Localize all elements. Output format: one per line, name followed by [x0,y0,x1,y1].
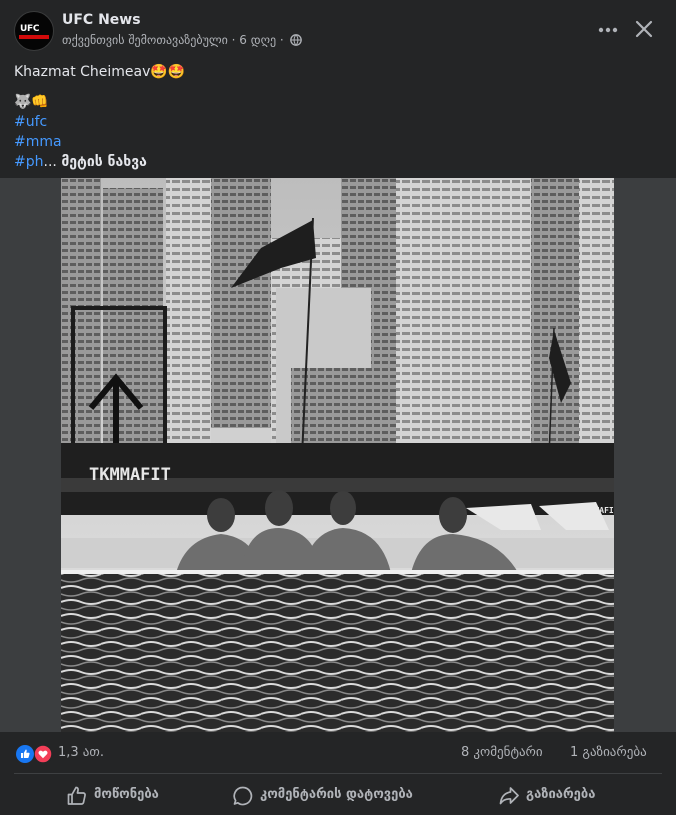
reaction-count[interactable]: 1,3 ათ. [58,745,104,760]
share-button-label: გაზიარება [526,787,596,802]
hashtag-line-2: #mma [14,132,654,152]
like-button[interactable]: მოწონება [66,776,186,814]
avatar-logo-text: UFC [20,24,40,34]
reactions-bar: 1,3 ათ. 8 კომენტარი 1 გაზიარება [0,735,676,771]
close-icon[interactable] [632,17,656,41]
hashtag-ufc[interactable]: #ufc [14,114,47,130]
avatar-logo-bar [19,35,49,39]
shares-count[interactable]: 1 გაზიარება [570,745,647,760]
thumbs-up-icon [67,786,86,805]
comment-icon [233,786,253,806]
post-photo[interactable]: TKMMAFIT TKMMAFIT [61,178,614,732]
post-text: Khazmat Cheimeav🤩🤩 🐺👊 #ufc #mma #ph... მ… [14,62,654,172]
photo-sign-text: TKMMAFIT [89,465,171,485]
post-meta: თქვენთვის შემოთავაზებული · 6 დღე · [62,33,302,47]
like-button-label: მოწონება [94,787,159,802]
like-reaction-icon[interactable] [16,745,34,763]
share-button[interactable]: გაზიარება [498,776,618,814]
comments-count[interactable]: 8 კომენტარი [461,745,543,760]
more-horizontal-icon[interactable] [596,18,620,42]
post-actions: მოწონება კომენტარის დატოვება გაზიარება [0,776,676,814]
share-icon [499,787,519,805]
post-caption: Khazmat Cheimeav🤩🤩 [14,64,186,80]
hashtag-mma[interactable]: #mma [14,134,62,150]
ellipsis: ... [43,154,62,170]
comment-button[interactable]: კომენტარის დატოვება [232,776,452,814]
see-more-link[interactable]: მეტის ნახვა [61,154,147,170]
divider [14,773,662,774]
post-meta-text: თქვენთვის შემოთავაზებული · 6 დღე · [62,33,284,47]
page-avatar[interactable]: UFC [14,11,54,51]
hashtag-ph[interactable]: #ph [14,154,44,170]
hashtag-line-3: #ph... მეტის ნახვა [14,152,654,172]
hashtag-line-1: #ufc [14,112,654,132]
comment-button-label: კომენტარის დატოვება [260,787,413,802]
globe-icon[interactable] [289,34,302,46]
photo-container: TKMMAFIT TKMMAFIT [0,178,676,732]
post-card: UFC UFC News თქვენთვის შემოთავაზებული · … [0,0,676,815]
post-header: UFC UFC News თქვენთვის შემოთავაზებული · … [0,0,676,60]
love-reaction-icon[interactable] [34,745,52,763]
page-name-link[interactable]: UFC News [62,12,141,28]
post-emoji-line: 🐺👊 [14,94,49,110]
